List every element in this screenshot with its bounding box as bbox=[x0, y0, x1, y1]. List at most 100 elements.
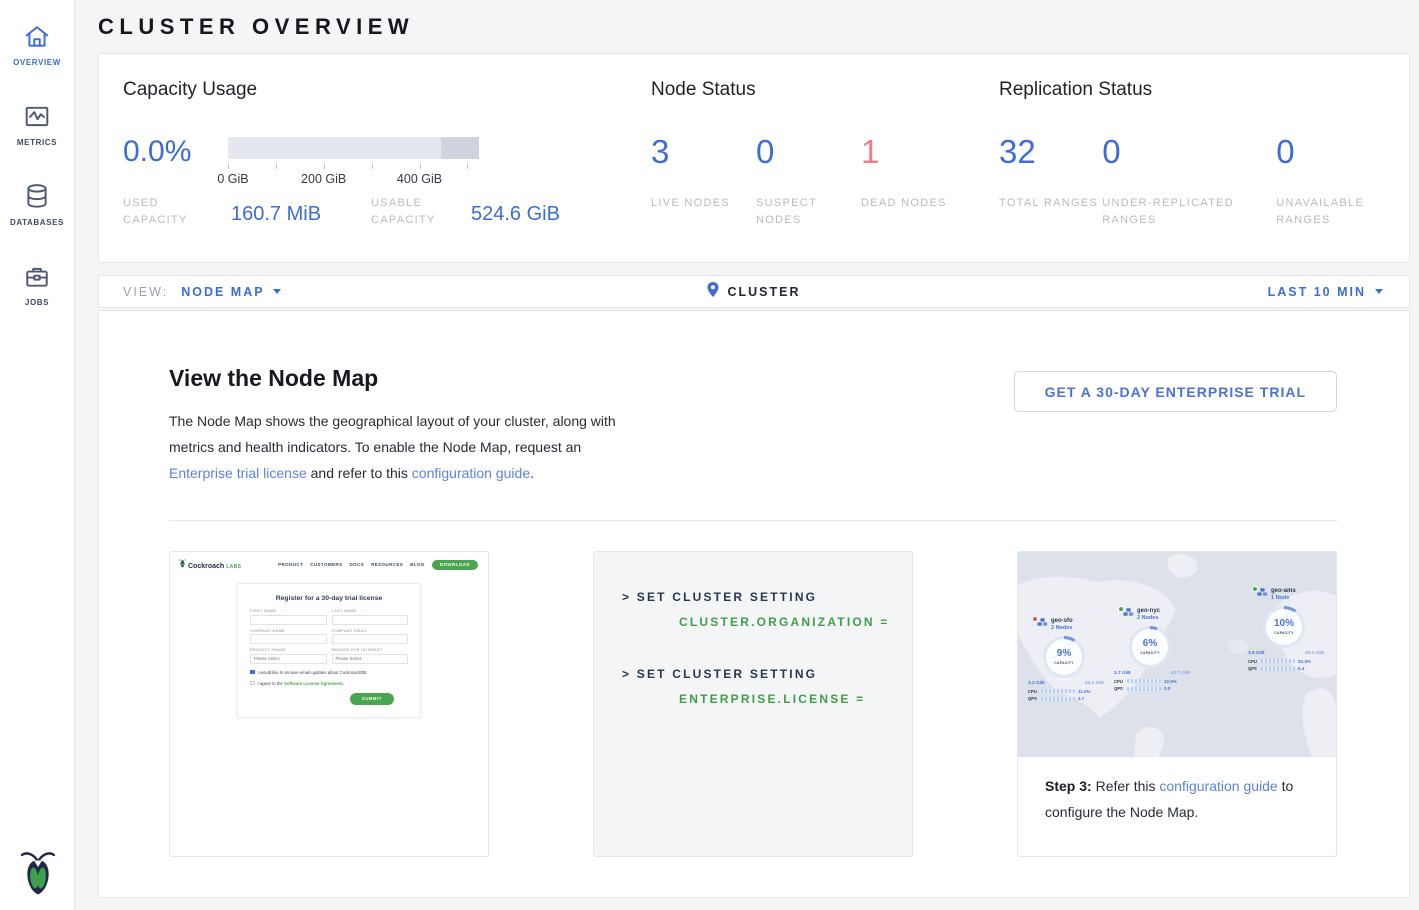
node-cubes-icon bbox=[1037, 618, 1048, 627]
replication-status-section: Replication Status 32 TOTAL RANGES 0 UND… bbox=[999, 78, 1404, 229]
capacity-percent: 0.0% bbox=[123, 134, 195, 187]
mini-field-label: LAST NAME bbox=[332, 609, 409, 613]
locality-total-gib: 43.7 GiB bbox=[1171, 671, 1190, 676]
live-nodes-label: LIVE NODES bbox=[651, 195, 756, 212]
capacity-detail-row: USED CAPACITY 160.7 MiB USABLE CAPACITY … bbox=[123, 195, 643, 235]
step1-card: Cockroach LABS PRODUCT CUSTOMERS DOCS RE… bbox=[169, 551, 489, 857]
view-bar: VIEW: NODE MAP CLUSTER LAST 10 MIN bbox=[98, 275, 1410, 308]
qps-bar bbox=[1041, 697, 1075, 701]
mini-field-input bbox=[250, 634, 327, 644]
time-range-dropdown[interactable]: LAST 10 MIN bbox=[1268, 285, 1409, 299]
step3-label: Step 3: bbox=[1045, 778, 1092, 794]
sidebar-item-overview[interactable]: OVERVIEW bbox=[0, 14, 74, 94]
suspect-nodes-value: 0 bbox=[756, 134, 861, 170]
capacity-donut: 9% CAPACITY bbox=[1043, 636, 1085, 678]
sidebar-item-databases[interactable]: DATABASES bbox=[0, 174, 74, 254]
locality-used-gib: 3.7 GiB bbox=[1114, 671, 1131, 676]
suspect-nodes-metric: 0 SUSPECT NODES bbox=[756, 134, 861, 229]
node-map-panel: View the Node Map The Node Map shows the… bbox=[98, 310, 1410, 898]
node-status-section: Node Status 3 LIVE NODES 0 SUSPECT NODES… bbox=[651, 78, 991, 229]
cluster-breadcrumb[interactable]: CLUSTER bbox=[707, 282, 800, 302]
dead-nodes-metric: 1 DEAD NODES bbox=[861, 134, 966, 229]
locality-total-gib: 35.1 GiB bbox=[1085, 681, 1104, 686]
mini-nav-item: BLOG bbox=[410, 562, 425, 567]
mini-checkbox-label: I agree to the Software License Agreemen… bbox=[258, 681, 345, 686]
locality-used-gib: 3.2 GiB bbox=[1028, 681, 1045, 686]
usable-capacity-label: USABLE CAPACITY bbox=[371, 195, 461, 229]
view-selector-dropdown[interactable]: VIEW: NODE MAP bbox=[99, 285, 281, 299]
dead-nodes-label: DEAD NODES bbox=[861, 195, 966, 212]
metrics-icon bbox=[24, 102, 50, 132]
sql-setting: ENTERPRISE.LICENSE = bbox=[679, 692, 912, 706]
location-pin-icon bbox=[707, 282, 718, 302]
unavailable-ranges-label: UNAVAILABLE RANGES bbox=[1276, 195, 1404, 229]
dead-nodes-value: 1 bbox=[861, 134, 966, 170]
sidebar-item-jobs[interactable]: JOBS bbox=[0, 254, 74, 334]
promo-text: View the Node Map The Node Map shows the… bbox=[169, 365, 634, 486]
configuration-guide-link[interactable]: configuration guide bbox=[1159, 778, 1277, 794]
databases-icon bbox=[24, 182, 50, 212]
sidebar-nav: OVERVIEW METRICS DATABAS bbox=[0, 0, 74, 334]
enterprise-trial-button[interactable]: GET A 30-DAY ENTERPRISE TRIAL bbox=[1014, 371, 1337, 412]
sql-command-block: > SET CLUSTER SETTING CLUSTER.ORGANIZATI… bbox=[622, 590, 912, 629]
gauge-segment-reserved bbox=[441, 137, 479, 159]
cockroachdb-admin-ui: OVERVIEW METRICS DATABAS bbox=[0, 0, 1419, 910]
chevron-down-icon bbox=[1375, 289, 1383, 294]
promo-heading: View the Node Map bbox=[169, 365, 634, 392]
status-dot-dead-icon bbox=[1032, 616, 1038, 622]
mini-site-nav: Cockroach LABS PRODUCT CUSTOMERS DOCS RE… bbox=[170, 552, 488, 570]
cpu-bar bbox=[1041, 689, 1075, 693]
total-ranges-value: 32 bbox=[999, 134, 1102, 170]
locality-node-count: 2 Nodes bbox=[1137, 615, 1160, 621]
configuration-guide-link[interactable]: configuration guide bbox=[412, 465, 530, 481]
locality-total-gib: 36.4 GiB bbox=[1305, 651, 1324, 656]
mini-site-brand-suffix: LABS bbox=[226, 564, 241, 570]
mini-field-select: Please Select bbox=[250, 654, 327, 664]
page-title: CLUSTER OVERVIEW bbox=[98, 14, 1410, 40]
capacity-gauge-bar bbox=[228, 137, 479, 159]
mini-nav-item: PRODUCT bbox=[278, 562, 303, 567]
step2-caption: Step 2: Activate the trial license with … bbox=[594, 856, 912, 857]
capacity-donut: 10% CAPACITY bbox=[1263, 606, 1305, 648]
section-divider bbox=[169, 520, 1337, 521]
node-cubes-icon bbox=[1123, 608, 1134, 617]
mini-field-select: Please Select bbox=[332, 654, 409, 664]
mini-site-nav-links: PRODUCT CUSTOMERS DOCS RESOURCES BLOG DO… bbox=[278, 560, 478, 570]
under-replicated-metric: 0 UNDER-REPLICATED RANGES bbox=[1102, 134, 1276, 229]
step2-card: > SET CLUSTER SETTING CLUSTER.ORGANIZATI… bbox=[593, 551, 913, 857]
gauge-tick-labels: 0 GiB 200 GiB 400 GiB bbox=[228, 172, 479, 187]
map-locality-sfo: geo-sfo 2 Nodes 9% CAPACITY bbox=[1028, 618, 1120, 701]
cluster-summary-panel: Capacity Usage 0.0% 0 GiB bbox=[98, 53, 1410, 263]
mini-nav-item: CUSTOMERS bbox=[310, 562, 342, 567]
gauge-tick-label: 400 GiB bbox=[397, 172, 442, 186]
cockroach-logo-icon bbox=[0, 848, 75, 898]
step3-caption: Step 3: Refer this configuration guide t… bbox=[1018, 757, 1336, 825]
mini-site-brand: Cockroach bbox=[188, 563, 224, 570]
sidebar-item-metrics[interactable]: METRICS bbox=[0, 94, 74, 174]
cpu-bar bbox=[1261, 659, 1295, 663]
cluster-breadcrumb-label: CLUSTER bbox=[727, 285, 800, 299]
mini-field-label: COMPANY EMAIL bbox=[332, 629, 409, 633]
total-ranges-label: TOTAL RANGES bbox=[999, 195, 1102, 212]
sql-prompt: > SET CLUSTER SETTING bbox=[622, 667, 912, 681]
qps-bar bbox=[1261, 667, 1295, 671]
mini-field-label: PROJECT PHASE bbox=[250, 648, 327, 652]
under-replicated-label: UNDER-REPLICATED RANGES bbox=[1102, 195, 1276, 229]
node-status-title: Node Status bbox=[651, 78, 991, 102]
mini-submit-button: SUBMIT bbox=[350, 693, 394, 705]
gauge-tick-label: 200 GiB bbox=[301, 172, 346, 186]
locality-capacity-percent: 6% bbox=[1143, 639, 1157, 649]
promo-desc-text: . bbox=[530, 465, 534, 481]
locality-capacity-label: CAPACITY bbox=[1140, 651, 1159, 655]
view-value: NODE MAP bbox=[181, 285, 264, 299]
mini-field-label: COMPANY NAME bbox=[250, 629, 327, 633]
locality-name: geo-sfo bbox=[1051, 618, 1073, 625]
enterprise-trial-license-link[interactable]: Enterprise trial license bbox=[169, 465, 307, 481]
sql-setting: CLUSTER.ORGANIZATION = bbox=[679, 615, 912, 629]
sidebar: OVERVIEW METRICS DATABAS bbox=[0, 0, 75, 910]
home-icon bbox=[24, 22, 50, 52]
locality-node-count: 2 Nodes bbox=[1051, 625, 1073, 631]
gauge-tick-label: 0 GiB bbox=[217, 172, 248, 186]
map-locality-ams: geo-ams 1 Node 10% CAPACITY bbox=[1248, 588, 1336, 671]
sql-command-block: > SET CLUSTER SETTING ENTERPRISE.LICENSE… bbox=[622, 667, 912, 706]
